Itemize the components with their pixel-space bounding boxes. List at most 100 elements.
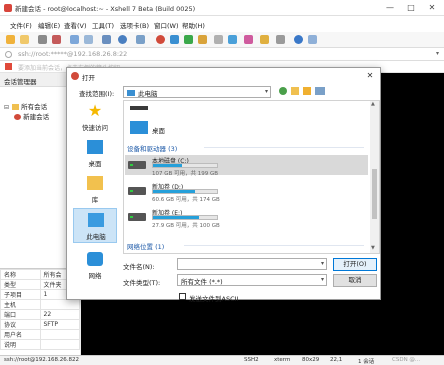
folder-icon: [12, 104, 20, 110]
minimize-button[interactable]: —: [380, 2, 400, 14]
place-this-pc[interactable]: 此电脑: [73, 208, 117, 243]
disconnect-icon[interactable]: [52, 35, 61, 44]
prop-key: 协议: [0, 319, 41, 330]
ascii-checkbox[interactable]: [179, 293, 186, 300]
globe-icon[interactable]: [118, 35, 127, 44]
fullscreen-icon[interactable]: [228, 35, 237, 44]
filetype-label: 文件类型(T):: [123, 279, 161, 287]
prop-value: SFTP: [39, 319, 80, 330]
close-window-button[interactable]: ✕: [422, 2, 442, 14]
folder-desktop[interactable]: 桌面: [126, 119, 246, 137]
library-icon: [87, 176, 103, 190]
open-button[interactable]: 打开(O): [333, 258, 377, 271]
prop-value: [39, 299, 80, 310]
drive-c[interactable]: 本地磁盘 (C:) 107 GB 可用，共 199 GB: [125, 155, 368, 177]
scroll-up-icon[interactable]: ▲: [371, 101, 375, 107]
drive-d[interactable]: 新加卷 (D:) 60.6 GB 可用，共 174 GB: [125, 181, 368, 203]
cancel-button[interactable]: 取消: [333, 274, 377, 287]
transfer-icon[interactable]: [170, 35, 179, 44]
place-network[interactable]: 网络: [73, 248, 117, 283]
view-menu-icon[interactable]: [315, 87, 325, 95]
find-icon[interactable]: [102, 35, 111, 44]
computer-icon: [88, 213, 104, 227]
prop-row: 协议 SFTP: [0, 319, 80, 330]
up-folder-icon[interactable]: [291, 87, 299, 95]
address-text[interactable]: ssh://root:*****@192.168.26.8:22: [18, 50, 127, 58]
collapse-icon[interactable]: ⊟: [4, 104, 10, 111]
menu-edit[interactable]: 编辑(E): [38, 20, 60, 30]
menu-tabs[interactable]: 选项卡(B): [120, 20, 149, 30]
scroll-down-icon[interactable]: ▼: [371, 245, 375, 251]
scroll-thumb[interactable]: [372, 169, 377, 219]
status-terminal: xterm: [274, 357, 291, 363]
place-libraries[interactable]: 库: [73, 172, 117, 207]
drive-usage-fill: [153, 190, 195, 193]
compose-icon[interactable]: [136, 35, 145, 44]
prop-row: 端口 22: [0, 309, 80, 320]
xshell-dialog-icon: [71, 72, 79, 80]
drive-e[interactable]: 新加卷 (E:) 27.9 GB 可用，共 100 GB: [125, 207, 368, 229]
tree-item-new-session[interactable]: 新建会话: [14, 111, 49, 121]
prop-key: 说明: [0, 339, 41, 350]
options-icon[interactable]: [276, 35, 285, 44]
file-list[interactable]: 桌面 设备和驱动器 (3) 本地磁盘 (C:) 107 GB 可用，共 199 …: [123, 100, 380, 254]
address-dropdown-icon[interactable]: ▾: [436, 50, 439, 57]
drive-info: 107 GB 可用，共 199 GB: [152, 171, 219, 177]
place-desktop[interactable]: 桌面: [73, 136, 117, 171]
layout-icon[interactable]: [260, 35, 269, 44]
lookin-combo[interactable]: 此电脑 ▾: [123, 86, 271, 98]
prop-row: 用户名: [0, 329, 80, 340]
lookin-label: 查找范围(I):: [79, 90, 115, 98]
prop-key: 用户名: [0, 329, 41, 340]
keyboard-icon[interactable]: [214, 35, 223, 44]
menu-file[interactable]: 文件(F): [10, 20, 32, 30]
xftp-icon[interactable]: [156, 35, 165, 44]
new-session-icon[interactable]: [6, 35, 15, 44]
prop-value: [39, 339, 80, 350]
help-icon[interactable]: [294, 35, 303, 44]
dialog-title: 打开: [82, 74, 95, 82]
desktop-icon: [87, 140, 103, 154]
filename-label: 文件名(N):: [123, 263, 155, 271]
status-cursor: 22,1: [330, 357, 343, 363]
prop-key: 子项目: [0, 289, 41, 300]
lock-icon[interactable]: [198, 35, 207, 44]
toolbar: [0, 32, 444, 48]
copy-icon[interactable]: [70, 35, 79, 44]
xshell-app-icon: [4, 4, 12, 12]
bookmark-icon[interactable]: [5, 63, 12, 70]
paste-icon[interactable]: [84, 35, 93, 44]
watermark: CSDN @...: [392, 357, 421, 363]
file-list-scrollbar[interactable]: ▲ ▼: [370, 101, 379, 253]
open-file-dialog: 打开 ✕ 查找范围(I): 此电脑 ▾ ★ 快速访问 桌面 库 此电脑 网络 桌…: [66, 67, 381, 303]
prop-row: 主机: [0, 299, 80, 310]
menu-window[interactable]: 窗口(W): [154, 20, 179, 30]
status-size: 80x29: [302, 357, 320, 363]
chat-icon[interactable]: [308, 35, 317, 44]
filetype-select[interactable]: 所有文件 (*.*) ▾: [177, 274, 327, 286]
ascii-label: 发送文件到ASCII: [189, 295, 239, 303]
place-quick-access[interactable]: ★ 快速访问: [73, 100, 117, 135]
dialog-title-bar: 打开 ✕: [67, 68, 380, 84]
status-sessions: 1 会话: [358, 359, 375, 365]
new-folder-icon[interactable]: [303, 87, 311, 95]
dialog-close-button[interactable]: ✕: [364, 70, 376, 82]
chevron-down-icon[interactable]: ▾: [321, 260, 324, 267]
menu-tools[interactable]: 工具(T): [92, 20, 114, 30]
menu-help[interactable]: 帮助(H): [182, 20, 205, 30]
menu-view[interactable]: 查看(V): [64, 20, 87, 30]
folder-partial-icon: [130, 106, 148, 110]
script-icon[interactable]: [184, 35, 193, 44]
drive-icon: [128, 213, 146, 221]
filename-input[interactable]: ▾: [177, 258, 327, 270]
status-protocol: SSH2: [244, 357, 259, 363]
back-icon[interactable]: [279, 87, 287, 95]
address-bar[interactable]: ssh://root:*****@192.168.26.8:22 ▾: [0, 48, 444, 61]
connect-icon[interactable]: [38, 35, 47, 44]
tree-item-all-sessions[interactable]: ⊟ 所有会话: [4, 101, 47, 111]
open-folder-icon[interactable]: [20, 35, 29, 44]
computer-icon: [127, 90, 135, 96]
drive-usage-fill: [153, 164, 183, 167]
highlight-icon[interactable]: [244, 35, 253, 44]
maximize-button[interactable]: □: [401, 2, 421, 14]
